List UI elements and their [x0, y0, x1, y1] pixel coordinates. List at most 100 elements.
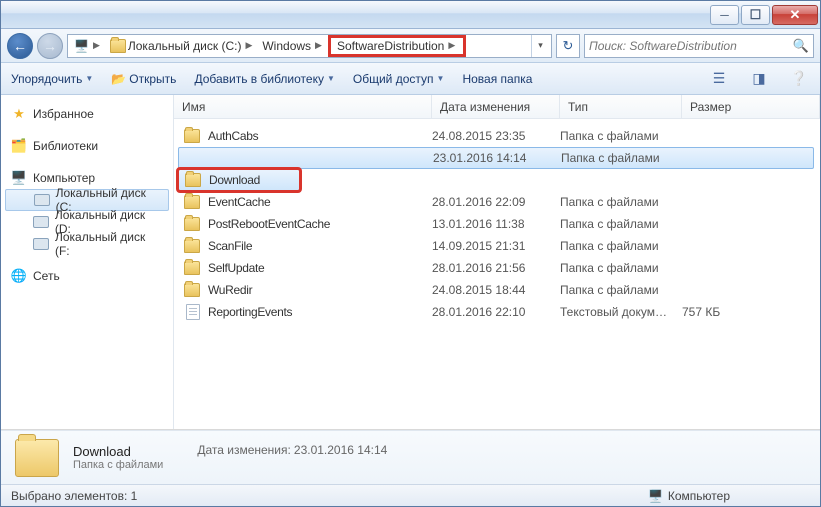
- file-date: 28.01.2016 21:56: [432, 261, 560, 275]
- file-list: Имя Дата изменения Тип Размер AuthCabs24…: [174, 95, 820, 429]
- file-name: ScanFile: [208, 239, 432, 253]
- file-type: Папка с файлами: [561, 151, 683, 165]
- folder-icon: [15, 439, 59, 477]
- new-folder-button[interactable]: Новая папка: [462, 72, 532, 86]
- crumb-windows[interactable]: Windows▶: [258, 35, 328, 57]
- file-name: SelfUpdate: [208, 261, 432, 275]
- help-icon[interactable]: ❔: [788, 68, 810, 90]
- file-type: Папка с файлами: [560, 129, 682, 143]
- organize-menu[interactable]: Упорядочить▼: [11, 72, 93, 86]
- crumb-label: Локальный диск (С:): [128, 39, 242, 53]
- open-button[interactable]: 📂Открыть: [111, 72, 176, 86]
- file-name: AuthCabs: [208, 129, 432, 143]
- address-dropdown[interactable]: ▾: [531, 35, 549, 57]
- drive-icon: [34, 194, 50, 206]
- drive-icon: [33, 216, 49, 228]
- file-name: Download: [209, 173, 260, 187]
- star-icon: ★: [11, 106, 27, 122]
- status-selection: Выбрано элементов: 1: [11, 489, 137, 503]
- address-bar[interactable]: 🖥️▶ Локальный диск (С:)▶ Windows▶ Softwa…: [67, 34, 552, 58]
- preview-pane-icon[interactable]: ◨: [748, 68, 770, 90]
- refresh-button[interactable]: ↻: [556, 34, 580, 58]
- rows-container: AuthCabs24.08.2015 23:35Папка с файламиD…: [174, 119, 820, 429]
- file-type: Папка с файлами: [560, 283, 682, 297]
- folder-icon: [184, 282, 202, 298]
- column-headers: Имя Дата изменения Тип Размер: [174, 95, 820, 119]
- computer-icon: 🖥️: [74, 39, 89, 53]
- file-row[interactable]: EventCache28.01.2016 22:09Папка с файлам…: [174, 191, 820, 213]
- sidebar-libraries[interactable]: 🗂️Библиотеки: [5, 135, 169, 157]
- file-row[interactable]: ReportingEvents28.01.2016 22:10Текстовый…: [174, 301, 820, 323]
- file-type: Папка с файлами: [560, 261, 682, 275]
- file-row[interactable]: SelfUpdate28.01.2016 21:56Папка с файлам…: [174, 257, 820, 279]
- folder-icon: [184, 260, 202, 276]
- folder-icon: [184, 194, 202, 210]
- col-date[interactable]: Дата изменения: [432, 95, 560, 118]
- sidebar: ★Избранное 🗂️Библиотеки 🖥️Компьютер Лока…: [1, 95, 174, 429]
- file-name: ReportingEvents: [208, 305, 432, 319]
- file-row[interactable]: Download: [178, 169, 300, 191]
- crumb-label: Windows: [262, 39, 311, 53]
- add-library-menu[interactable]: Добавить в библиотеку▼: [194, 72, 334, 86]
- file-row[interactable]: AuthCabs24.08.2015 23:35Папка с файлами: [174, 125, 820, 147]
- search-icon: 🔍: [793, 38, 809, 54]
- crumb-drive[interactable]: Локальный диск (С:)▶: [106, 35, 258, 57]
- forward-button[interactable]: →: [37, 33, 63, 59]
- share-menu[interactable]: Общий доступ▼: [353, 72, 445, 86]
- col-name[interactable]: Имя: [174, 95, 432, 118]
- file-name: EventCache: [208, 195, 432, 209]
- file-type: Папка с файлами: [560, 239, 682, 253]
- details-type: Папка с файлами: [73, 459, 163, 471]
- file-name: WuRedir: [208, 283, 432, 297]
- network-icon: 🌐: [11, 268, 27, 284]
- computer-icon: 🖥️: [648, 489, 663, 503]
- folder-icon: [185, 172, 203, 188]
- file-row[interactable]: WuRedir24.08.2015 18:44Папка с файлами: [174, 279, 820, 301]
- maximize-button[interactable]: ☐: [741, 5, 770, 25]
- nav-bar: ← → 🖥️▶ Локальный диск (С:)▶ Windows▶ So…: [1, 29, 820, 63]
- text-file-icon: [184, 304, 202, 320]
- minimize-button[interactable]: ─: [710, 5, 739, 25]
- col-type[interactable]: Тип: [560, 95, 682, 118]
- titlebar: ─ ☐ ✕: [1, 1, 820, 29]
- crumb-computer[interactable]: 🖥️▶: [70, 35, 106, 57]
- file-type: Папка с файлами: [560, 195, 682, 209]
- close-button[interactable]: ✕: [772, 5, 818, 25]
- file-type: Текстовый докум…: [560, 305, 682, 319]
- main-area: ★Избранное 🗂️Библиотеки 🖥️Компьютер Лока…: [1, 95, 820, 430]
- file-date: 28.01.2016 22:10: [432, 305, 560, 319]
- search-box[interactable]: 🔍: [584, 34, 814, 58]
- view-options-icon[interactable]: ☰: [708, 68, 730, 90]
- sidebar-favorites[interactable]: ★Избранное: [5, 103, 169, 125]
- file-date: 13.01.2016 11:38: [432, 217, 560, 231]
- col-size[interactable]: Размер: [682, 95, 820, 118]
- search-input[interactable]: [589, 39, 793, 53]
- folder-icon: [184, 238, 202, 254]
- status-bar: Выбрано элементов: 1 🖥️Компьютер: [1, 484, 820, 506]
- computer-icon: 🖥️: [11, 170, 27, 186]
- file-row-bg: 23.01.2016 14:14Папка с файлами: [178, 147, 814, 169]
- file-date: 24.08.2015 18:44: [432, 283, 560, 297]
- open-icon: 📂: [111, 72, 126, 86]
- folder-icon: [184, 216, 202, 232]
- details-pane: Download Папка с файлами Дата изменения:…: [1, 430, 820, 484]
- file-name: PostRebootEventCache: [208, 217, 432, 231]
- folder-icon: [110, 39, 126, 53]
- file-date: 24.08.2015 23:35: [432, 129, 560, 143]
- back-button[interactable]: ←: [7, 33, 33, 59]
- sidebar-drive-f[interactable]: Локальный диск (F:: [5, 233, 169, 255]
- file-size: 757 КБ: [682, 305, 720, 319]
- details-name: Download: [73, 444, 163, 459]
- explorer-window: ─ ☐ ✕ ← → 🖥️▶ Локальный диск (С:)▶ Windo…: [0, 0, 821, 507]
- file-row[interactable]: PostRebootEventCache13.01.2016 11:38Папк…: [174, 213, 820, 235]
- folder-icon: [184, 128, 202, 144]
- libraries-icon: 🗂️: [11, 138, 27, 154]
- file-date: 14.09.2015 21:31: [432, 239, 560, 253]
- sidebar-network[interactable]: 🌐Сеть: [5, 265, 169, 287]
- file-date: 23.01.2016 14:14: [433, 151, 561, 165]
- crumb-label: SoftwareDistribution: [337, 39, 444, 53]
- file-row[interactable]: ScanFile14.09.2015 21:31Папка с файлами: [174, 235, 820, 257]
- file-date: 28.01.2016 22:09: [432, 195, 560, 209]
- drive-icon: [33, 238, 49, 250]
- crumb-softwaredistribution[interactable]: SoftwareDistribution▶: [328, 35, 466, 57]
